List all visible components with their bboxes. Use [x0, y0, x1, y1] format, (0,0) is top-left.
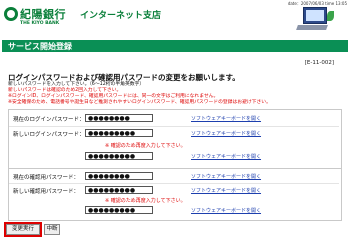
current-login-password-input[interactable]: ●●●●●●●● [85, 114, 153, 122]
confirm-confirm-password-row: ●●●●●●●●● ソフトウェアキーボードを開く [13, 206, 337, 216]
confirm-warning: ※ 確認のため再度入力して下さい。 [105, 198, 186, 204]
new-confirm-password-input[interactable]: ●●●●●●●●● [85, 186, 153, 194]
computer-icon [296, 7, 337, 33]
bank-name: 紀陽銀行 [20, 8, 66, 21]
new-confirm-password-row: 新しい確認用パスワード： ●●●●●●●●● ソフトウェアキーボードを開く [13, 186, 337, 196]
current-login-password-row: 現在のログインパスワード： ●●●●●●●● ソフトウェアキーボードを開く [13, 114, 337, 124]
confirm-confirm-password-input[interactable]: ●●●●●●●●● [85, 206, 153, 214]
page-title: サービス開始登録 [8, 42, 72, 51]
current-confirm-password-input[interactable]: ●●●●●●●● [85, 172, 153, 180]
current-confirm-password-label: 現在の確認用パスワード： [13, 175, 80, 181]
screen-code: [E-11-002] [304, 60, 334, 66]
software-keyboard-link[interactable]: ソフトウェアキーボードを開く [191, 207, 261, 214]
title-bar: サービス開始登録 [2, 40, 348, 52]
software-keyboard-link[interactable]: ソフトウェアキーボードを開く [191, 130, 261, 137]
confirm-login-password-row: ●●●●●●●●● ソフトウェアキーボードを開く [13, 152, 337, 162]
new-login-password-row: 新しいログインパスワード： ●●●●●●●●● ソフトウェアキーボードを開く [13, 129, 337, 139]
software-keyboard-link[interactable]: ソフトウェアキーボードを開く [191, 187, 261, 194]
software-keyboard-link[interactable]: ソフトウェアキーボードを開く [191, 173, 261, 180]
bank-name-en: THE KIYO BANK [20, 21, 60, 26]
bank-logo [4, 7, 18, 21]
cancel-button[interactable]: 中断 [44, 224, 60, 235]
confirm-warning: ※ 確認のため再度入力して下さい。 [105, 143, 186, 149]
new-login-password-label: 新しいログインパスワード： [13, 132, 85, 138]
software-keyboard-link[interactable]: ソフトウェアキーボードを開く [191, 153, 261, 160]
confirm-password-panel: 現在の確認用パスワード： ●●●●●●●● ソフトウェアキーボードを開く 新しい… [8, 168, 342, 221]
new-login-password-input[interactable]: ●●●●●●●●● [85, 129, 153, 137]
new-confirm-password-label: 新しい確認用パスワード： [13, 189, 80, 195]
confirm-login-password-input[interactable]: ●●●●●●●●● [85, 152, 153, 160]
login-password-panel: 現在のログインパスワード： ●●●●●●●● ソフトウェアキーボードを開く 新し… [8, 109, 342, 169]
execute-change-button[interactable]: 変更実行 [4, 222, 42, 237]
current-confirm-password-row: 現在の確認用パスワード： ●●●●●●●● ソフトウェアキーボードを開く [13, 172, 337, 182]
instruction-note: ※安全確保のため、電話番号や誕生日など推測されやすいログインパスワード、確認用パ… [8, 100, 271, 105]
software-keyboard-link[interactable]: ソフトウェアキーボードを開く [191, 115, 261, 122]
branch-name: インターネット支店 [80, 11, 162, 21]
current-login-password-label: 現在のログインパスワード： [13, 117, 85, 123]
